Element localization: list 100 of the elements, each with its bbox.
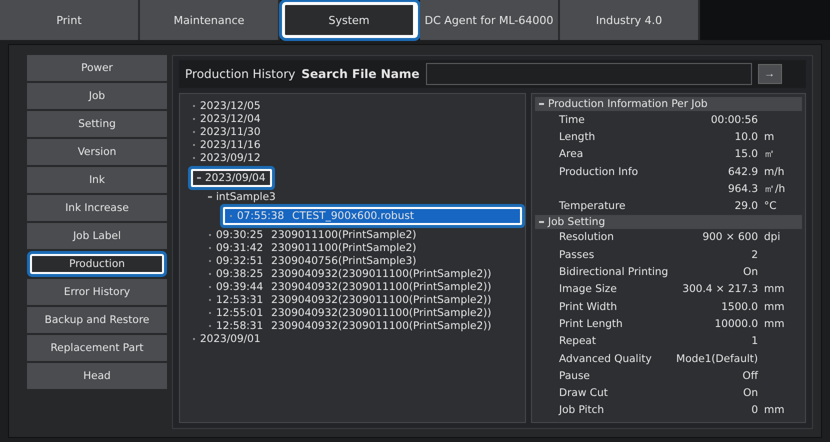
sidebar-item[interactable]: Power (27, 55, 167, 81)
search-go-button[interactable]: → (758, 64, 782, 84)
tree-item[interactable]: 2023/09/01 (188, 333, 265, 346)
info-label: Draw Cut (559, 387, 608, 400)
info-label: Repeat (559, 335, 596, 348)
info-label: Advanced Quality (559, 352, 652, 364)
section-header[interactable]: Job Setting (535, 214, 802, 229)
info-unit: m/h (764, 166, 784, 178)
tree-item[interactable]: 2023/11/16 (188, 139, 265, 152)
info-value: 0 (750, 404, 758, 416)
section-header[interactable]: Production Information Per Job (535, 97, 802, 111)
info-value: 1500.0 (720, 300, 758, 313)
tree-item[interactable]: 09:32:51 2309040756(PrintSample3) (204, 255, 420, 268)
info-label: Print Width (559, 300, 617, 313)
tree-item[interactable]: 12:58:31 2309040932(2309011100(PrintSample2)) (204, 320, 496, 332)
tree-item[interactable]: 09:38:25 2309040932(2309011100(PrintSample2)) (204, 268, 496, 280)
sidebar-item[interactable]: Error History (27, 279, 167, 305)
info-label: Temperature (559, 200, 626, 212)
info-unit: °C (764, 200, 777, 212)
panel-title: Production History (185, 67, 296, 81)
collapsed-icon[interactable] (208, 286, 212, 288)
sidebar-item[interactable]: Backup and Restore (27, 307, 167, 333)
info-value: 10000.0 (714, 318, 758, 330)
info-value: 15.0 (734, 148, 758, 160)
collapsed-icon[interactable] (208, 299, 212, 302)
info-unit: mm (764, 404, 784, 416)
collapsed-icon[interactable] (192, 144, 196, 146)
info-label: Job Pitch (559, 404, 604, 416)
tree-item[interactable]: intSample3 (204, 190, 280, 203)
info-unit: mm (764, 300, 784, 313)
info-unit: m (764, 130, 774, 143)
info-value: 10.0 (734, 130, 758, 143)
info-unit: ㎡/h (764, 182, 786, 195)
info-label: Print Length (559, 318, 623, 330)
info-label: Area (559, 148, 584, 160)
info-label: Length (559, 130, 596, 143)
tree-item[interactable]: 2023/12/05 (188, 100, 265, 112)
info-value: 964.3 (726, 182, 758, 195)
collapsed-icon[interactable] (208, 234, 212, 236)
expanded-icon[interactable] (208, 196, 212, 198)
info-value: 00:00:56 (710, 114, 758, 126)
info-unit: dpi (764, 231, 780, 244)
info-unit: ㎡ (764, 148, 775, 160)
sidebar-item[interactable]: Version (27, 139, 167, 165)
tree-item[interactable]: 2023/09/04 (188, 166, 275, 190)
info-label: Passes (559, 248, 594, 261)
info-value: 900 × 600 (701, 231, 758, 244)
info-unit: mm (764, 283, 784, 296)
sidebar-item[interactable]: Replacement Part (27, 335, 167, 361)
collapsed-icon[interactable] (208, 325, 212, 328)
info-value: On (742, 387, 758, 400)
info-value: 29.0 (734, 200, 758, 212)
info-value: Off (742, 370, 758, 382)
collapsed-icon[interactable] (192, 157, 196, 160)
sidebar-item[interactable]: Production (27, 251, 167, 277)
info-value: 642.9 (726, 166, 758, 178)
collapsed-icon[interactable] (192, 131, 196, 134)
section-title: Job Setting (548, 216, 606, 228)
collapsed-icon[interactable] (192, 338, 196, 340)
sidebar-item[interactable]: Setting (27, 111, 167, 137)
expanded-icon (539, 220, 544, 223)
tree-item[interactable]: 12:53:31 2309040932(2309011100(PrintSample2)) (204, 294, 496, 306)
info-unit: mm (764, 318, 784, 330)
info-value: Mode1(Default) (675, 352, 758, 364)
sidebar-item[interactable]: Job (27, 83, 167, 109)
info-label: Resolution (559, 231, 614, 244)
top-tab[interactable]: Maintenance (140, 0, 280, 40)
collapsed-icon[interactable] (208, 312, 212, 314)
info-label: Production Info (559, 166, 638, 178)
sidebar-item[interactable]: Ink (27, 167, 167, 193)
tree-item[interactable]: 2023/12/04 (188, 113, 265, 126)
top-tab[interactable]: Industry 4.0 (560, 0, 700, 40)
info-label: Bidirectional Printing (559, 266, 668, 278)
search-label: Search File Name (301, 67, 420, 81)
sidebar-item[interactable]: Job Label (27, 223, 167, 249)
tree-item[interactable]: 07:55:38 CTEST_900x600.robust (220, 204, 525, 228)
tree-item[interactable]: 09:31:42 2309011100(PrintSample2) (204, 242, 420, 254)
section-title: Production Information Per Job (548, 98, 708, 110)
info-label: Time (559, 114, 585, 126)
sidebar-item[interactable]: Ink Increase (27, 195, 167, 221)
tree-item[interactable]: 2023/11/30 (188, 126, 265, 138)
info-label: Image Size (559, 283, 617, 296)
top-tab[interactable]: System (280, 0, 420, 40)
info-value: 300.4 × 217.3 (681, 283, 758, 296)
tree-item[interactable]: 09:30:25 2309011100(PrintSample2) (204, 229, 420, 242)
collapsed-icon[interactable] (208, 260, 212, 262)
tree-item[interactable]: 2023/09/12 (188, 152, 265, 164)
collapsed-icon[interactable] (208, 273, 212, 276)
top-tab[interactable]: DC Agent for ML-64000 (420, 0, 560, 40)
top-tab[interactable]: Print (0, 0, 140, 40)
collapsed-icon[interactable] (192, 118, 196, 120)
collapsed-icon[interactable] (208, 247, 212, 250)
tree-item[interactable]: 09:39:44 2309040932(2309011100(PrintSample2)) (204, 281, 496, 294)
info-value: On (742, 266, 758, 278)
info-label: Pause (559, 370, 590, 382)
info-value: 1 (750, 335, 758, 348)
sidebar-item[interactable]: Head (27, 363, 167, 389)
tree-item[interactable]: 12:55:01 2309040932(2309011100(PrintSample2)) (204, 307, 496, 320)
info-value: 2 (750, 248, 758, 261)
collapsed-icon[interactable] (192, 105, 196, 108)
